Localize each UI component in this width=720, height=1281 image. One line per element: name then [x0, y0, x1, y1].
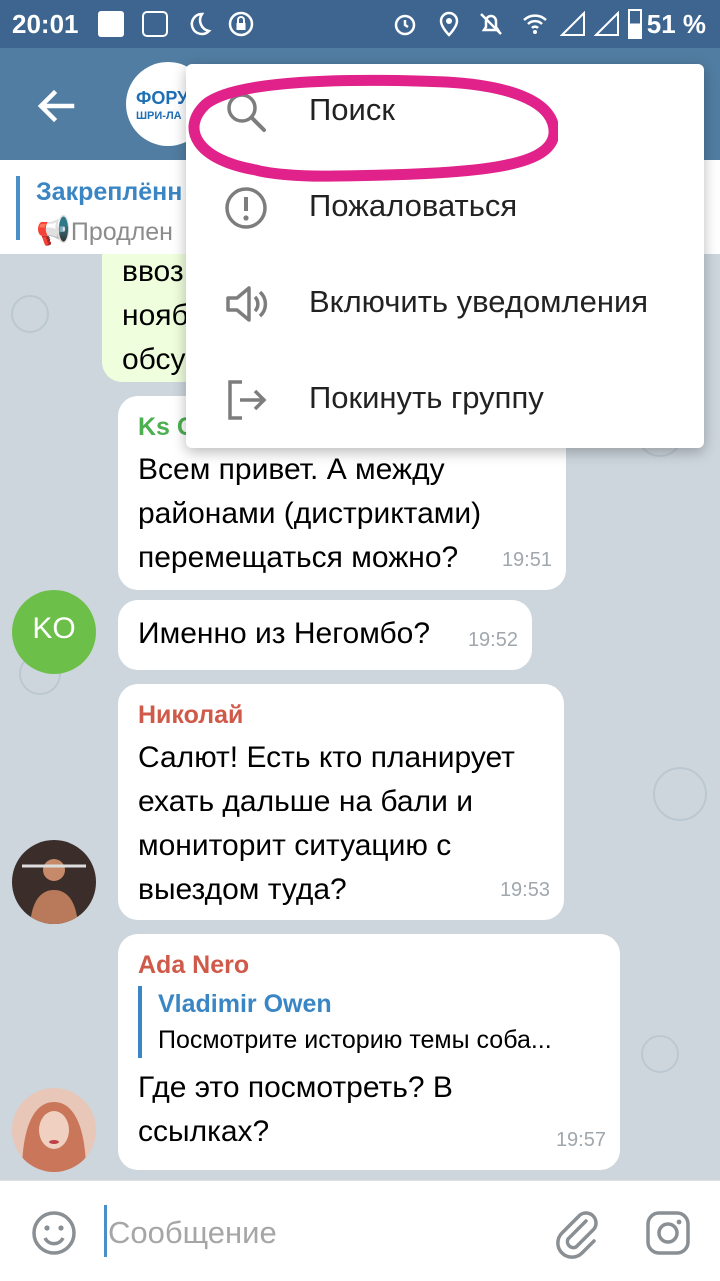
moon-icon — [190, 12, 212, 36]
menu-item-label: Покинуть группу — [309, 380, 544, 415]
menu-item-label: Пожаловаться — [309, 188, 518, 223]
mi-icon — [142, 11, 168, 37]
speaker-icon — [226, 286, 268, 322]
notification-icon — [98, 11, 124, 37]
person-photo-icon — [22, 1102, 86, 1172]
reply-quote[interactable]: Vladimir Owen Посмотрите историю темы со… — [138, 986, 602, 1058]
alarm-icon — [394, 14, 416, 36]
menu-item-unmute[interactable]: Включить уведомления — [186, 256, 704, 352]
message-bubble-5[interactable]: Ada Nero Vladimir Owen Посмотрите истори… — [118, 934, 620, 1170]
message-time: 19:53 — [499, 879, 550, 901]
pinned-preview: 📢Продлен — [36, 214, 173, 247]
message-time: 19:51 — [501, 549, 552, 571]
message-text: Именно из Негомбо? — [138, 617, 431, 650]
avatar-initials: KO — [32, 612, 76, 645]
logo-subtext: ШРИ-ЛА — [136, 110, 182, 122]
megaphone-icon: 📢 — [36, 215, 71, 246]
message-input-bar: Сообщение — [0, 1180, 720, 1281]
wifi-icon — [523, 14, 547, 34]
attach-icon[interactable] — [552, 1207, 600, 1259]
avatar[interactable] — [12, 840, 96, 924]
message-time: 19:57 — [555, 1129, 606, 1151]
message-time: 19:52 — [467, 629, 518, 651]
battery-icon — [628, 9, 642, 39]
signal-icon — [560, 11, 585, 36]
location-icon — [439, 11, 459, 37]
status-time: 20:01 — [12, 9, 79, 39]
mute-bell-icon — [480, 13, 502, 35]
message-text: Всем привет. А между районами (дистрикта… — [138, 453, 482, 574]
pinned-bar — [16, 176, 20, 240]
message-text: Где это посмотреть? В ссылках? — [138, 1071, 453, 1148]
camera-icon[interactable] — [644, 1209, 692, 1257]
menu-item-label: Включить уведомления — [309, 284, 649, 319]
pinned-preview-text: Продлен — [70, 218, 173, 246]
reply-author: Vladimir Owen — [158, 990, 332, 1018]
avatar[interactable] — [12, 1088, 96, 1172]
menu-item-leave-group[interactable]: Покинуть группу — [186, 352, 704, 448]
message-sender: Ada Nero — [138, 951, 250, 979]
status-bar: 20:01 51 % — [0, 0, 720, 48]
signal-icon-2 — [594, 11, 619, 36]
battery-percent: 51 % — [646, 9, 706, 39]
person-photo-icon — [22, 859, 86, 924]
message-text: Салют! Есть кто планирует ехать дальше н… — [138, 741, 515, 906]
avatar[interactable]: KO — [12, 590, 96, 674]
back-arrow-icon[interactable] — [28, 78, 84, 134]
message-sender: Николай — [138, 701, 244, 729]
message-bubble-3[interactable]: Именно из Негомбо? 19:52 — [118, 600, 532, 670]
message-placeholder: Сообщение — [108, 1215, 277, 1250]
leave-icon — [228, 380, 267, 420]
lock-icon — [228, 11, 254, 37]
pinned-title: Закреплённ — [36, 178, 183, 206]
reply-text: Посмотрите историю темы соба... — [158, 1026, 552, 1054]
highlight-annotation — [188, 74, 558, 182]
message-bubble-4[interactable]: Николай Салют! Есть кто планирует ехать … — [118, 684, 564, 920]
emoji-icon[interactable] — [30, 1209, 78, 1257]
